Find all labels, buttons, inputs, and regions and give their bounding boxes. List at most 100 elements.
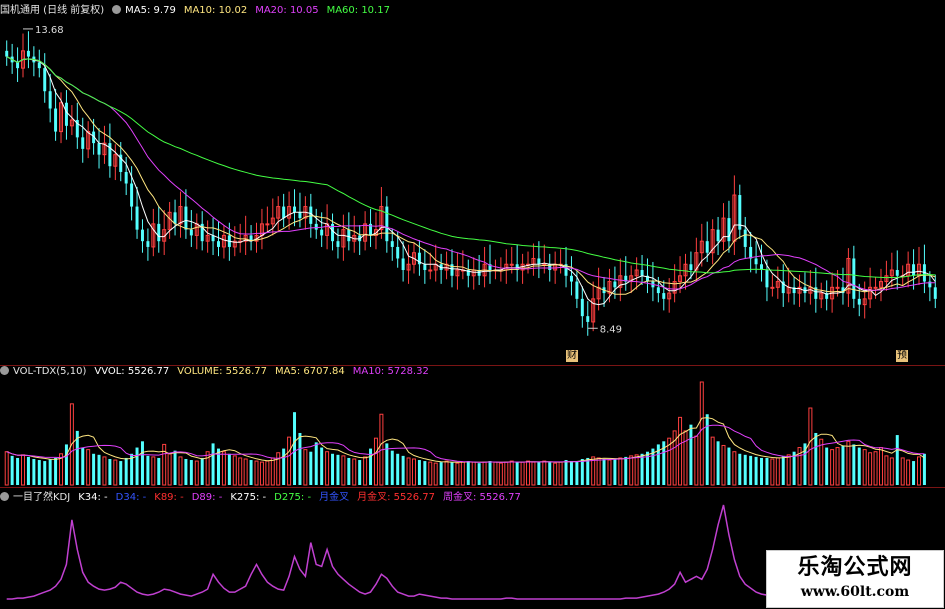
volume-bar [428, 461, 433, 486]
volume-bar [906, 459, 911, 486]
volume-bar [873, 451, 878, 486]
volume-bar [607, 459, 612, 486]
candle-body [64, 102, 68, 126]
volume-bar [411, 458, 416, 486]
volume-bar [694, 435, 699, 486]
candle-body [613, 281, 617, 288]
ma5-line [6, 56, 936, 306]
volume-bar [580, 458, 584, 485]
candle-body [857, 298, 861, 305]
volume-bar [564, 460, 568, 485]
vol-ma10-line [6, 424, 925, 463]
settings-dot-icon[interactable] [112, 5, 122, 14]
volume-bar [178, 456, 183, 486]
candle-body [265, 223, 270, 226]
volume-bar [775, 457, 780, 486]
cai-tag: 财 [566, 350, 578, 362]
volume-bar [591, 456, 596, 486]
candle-body [320, 229, 324, 236]
settings-dot-icon[interactable] [0, 492, 9, 501]
volume-bar [699, 381, 704, 486]
volume-bar [586, 457, 590, 485]
candle-body [26, 50, 30, 57]
volume-bar [683, 430, 688, 486]
candle-body [43, 68, 47, 92]
price-header: 国机通用 (日线 前复权) MA5: 9.79 MA10: 10.02 MA20: 1… [0, 1, 398, 17]
volume-bar [298, 432, 302, 485]
candle-body [765, 270, 769, 288]
volume-bar [558, 461, 563, 486]
candle-body [97, 143, 101, 155]
volume-bar [309, 451, 313, 485]
volume-bar [493, 461, 498, 486]
volume-bar [221, 451, 226, 486]
candle-body [933, 287, 937, 299]
candle-body [390, 241, 394, 247]
header_kdj-item-3: D89: - [191, 492, 223, 503]
candle-body [727, 218, 731, 242]
volume-bar [765, 457, 769, 485]
candle-body [309, 206, 313, 224]
candle-body [336, 241, 340, 247]
candle-body [428, 269, 433, 272]
volume-bar [515, 462, 519, 485]
volume-bar [211, 443, 215, 485]
volume-bar [900, 457, 905, 486]
header_kdj-item-7: 月金叉: 5526.77 [357, 492, 435, 503]
volume-bar [358, 460, 362, 485]
volume-bar [553, 462, 558, 486]
candle-body [580, 298, 584, 317]
volume-bar [325, 451, 330, 486]
volume-bar [689, 424, 693, 485]
candle-body [16, 62, 20, 69]
settings-dot-icon[interactable] [0, 366, 9, 375]
watermark-url: www.60lt.com [800, 584, 910, 600]
volume-bar [825, 447, 829, 485]
stock-chart[interactable]: 13.68 8.49 国机通用 (日线 前复权) MA5: 9.79 MA10: 10… [0, 0, 945, 609]
volume-bar [629, 455, 634, 486]
candle-body [293, 206, 297, 213]
volume-bar [363, 456, 368, 486]
high-label: 13.68 [35, 25, 64, 36]
volume-bar [450, 462, 454, 485]
volume-bar [314, 442, 318, 485]
candle-body [656, 287, 660, 294]
volume-bar [466, 461, 470, 485]
candle-body [396, 246, 400, 259]
volume-bar [624, 456, 628, 485]
volume-bar [37, 460, 41, 485]
volume-bar [498, 462, 503, 486]
volume-bar [727, 447, 731, 485]
volume-bar [738, 453, 742, 485]
header_kdj-item-4: K275: - [230, 492, 267, 503]
volume-bar [814, 432, 818, 485]
volume-bar [320, 447, 324, 485]
volume-bar [471, 461, 476, 486]
volume-bar [710, 436, 715, 486]
volume-bar [406, 457, 411, 486]
volume-bar [509, 460, 514, 486]
volume-bar [852, 444, 856, 485]
volume-bar [146, 455, 150, 485]
volume-bar [520, 461, 525, 486]
volume-bar [749, 455, 753, 485]
volume-bar [26, 456, 30, 485]
volume-bar [97, 454, 101, 485]
volume-bar [884, 455, 889, 486]
volume-bar [743, 454, 747, 485]
candle-body [738, 195, 742, 230]
header_vol-item-3: MA10: 5728.32 [352, 366, 429, 377]
volume-bar [417, 460, 421, 485]
volume-bar [200, 457, 204, 485]
volume-bar [504, 461, 509, 486]
watermark-title: 乐淘公式网 [797, 554, 913, 580]
price-panel[interactable]: 13.68 8.49 [0, 0, 945, 609]
volume-bar [194, 460, 199, 486]
volume-bar [135, 447, 139, 485]
ma10-line [6, 56, 936, 295]
volume-bar [596, 457, 601, 486]
volume-bar [243, 458, 248, 486]
volume-bar [341, 455, 346, 486]
candle-body [157, 223, 161, 242]
volume-bar [830, 449, 835, 486]
